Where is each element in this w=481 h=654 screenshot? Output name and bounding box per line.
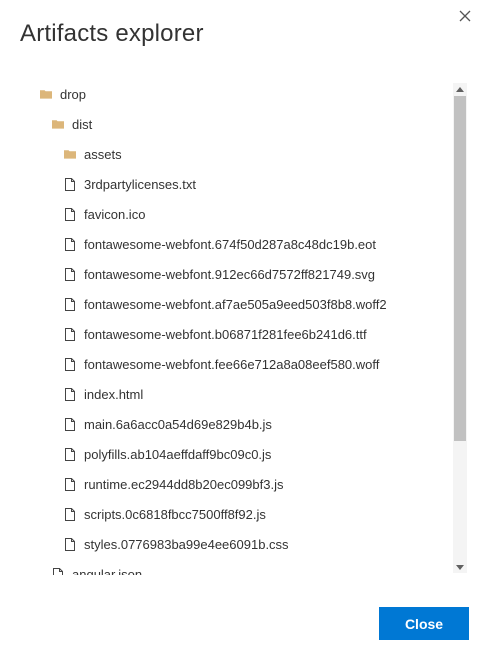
tree-item-assets[interactable]: assets [64,139,122,169]
file-icon [64,537,76,551]
tree-item-label: index.html [84,386,144,402]
tree-scrollbar[interactable] [453,83,467,573]
tree-item-file[interactable]: fontawesome-webfont.674f50d287a8c48dc19b… [64,229,376,259]
tree-item-file[interactable]: polyfills.ab104aeffdaff9bc09c0.js [64,439,271,469]
tree-item-drop[interactable]: drop [40,79,86,109]
tree-item-label: angular.json [72,566,143,576]
tree-item-label: 3rdpartylicenses.txt [84,176,196,192]
file-icon [64,387,76,401]
file-icon [64,267,76,281]
tree-item-file[interactable]: fontawesome-webfont.b06871f281fee6b241d6… [64,319,367,349]
artifacts-explorer-dialog: Artifacts explorer drop dist assets 3rdp… [0,0,481,654]
tree-item-file[interactable]: runtime.ec2944dd8b20ec099bf3.js [64,469,283,499]
file-icon [64,177,76,191]
tree-item-file[interactable]: index.html [64,379,143,409]
dialog-title: Artifacts explorer [20,20,204,47]
file-icon [64,417,76,431]
tree-item-label: fontawesome-webfont.912ec66d7572ff821749… [84,266,376,282]
folder-icon [64,147,76,161]
tree-item-file[interactable]: 3rdpartylicenses.txt [64,169,196,199]
tree-item-file[interactable]: fontawesome-webfont.912ec66d7572ff821749… [64,259,375,289]
tree-item-label: styles.0776983ba99e4ee6091b.css [84,536,289,552]
file-icon [64,447,76,461]
tree-item-label: assets [84,146,122,162]
file-icon [64,327,76,341]
scroll-down-arrow-icon[interactable] [453,561,467,573]
tree-item-label: favicon.ico [84,206,146,222]
folder-icon [52,117,64,131]
tree-item-file[interactable]: scripts.0c6818fbcc7500ff8f92.js [64,499,266,529]
folder-icon [40,87,52,101]
tree-item-label: fontawesome-webfont.af7ae505a9eed503f8b8… [84,296,387,312]
tree-item-file[interactable]: styles.0776983ba99e4ee6091b.css [64,529,289,559]
file-icon [64,477,76,491]
tree-item-label: polyfills.ab104aeffdaff9bc09c0.js [84,446,272,462]
tree-item-label: dist [72,116,93,132]
tree-item-label: drop [60,86,87,102]
tree-item-label: fontawesome-webfont.b06871f281fee6b241d6… [84,326,367,342]
tree-item-label: fontawesome-webfont.fee66e712a8a08eef580… [84,356,380,372]
file-icon [64,507,76,521]
tree-item-file[interactable]: fontawesome-webfont.fee66e712a8a08eef580… [64,349,379,379]
tree-item-file[interactable]: angular.json [52,559,142,575]
file-icon [64,357,76,371]
tree-item-file[interactable]: fontawesome-webfont.af7ae505a9eed503f8b8… [64,289,387,319]
file-icon [64,237,76,251]
file-icon [52,567,64,575]
artifacts-tree: drop dist assets 3rdpartylicenses.txt fa [20,79,456,575]
tree-item-file[interactable]: favicon.ico [64,199,145,229]
tree-item-label: fontawesome-webfont.674f50d287a8c48dc19b… [84,236,376,252]
scroll-up-arrow-icon[interactable] [453,83,467,95]
file-icon [64,297,76,311]
close-icon[interactable] [455,6,475,26]
scrollbar-thumb[interactable] [454,96,466,441]
tree-item-label: scripts.0c6818fbcc7500ff8f92.js [84,506,266,522]
close-button[interactable]: Close [379,607,469,640]
tree-item-file[interactable]: main.6a6acc0a54d69e829b4b.js [64,409,272,439]
tree-item-label: runtime.ec2944dd8b20ec099bf3.js [84,476,284,492]
file-icon [64,207,76,221]
tree-item-label: main.6a6acc0a54d69e829b4b.js [84,416,272,432]
tree-item-dist[interactable]: dist [52,109,92,139]
